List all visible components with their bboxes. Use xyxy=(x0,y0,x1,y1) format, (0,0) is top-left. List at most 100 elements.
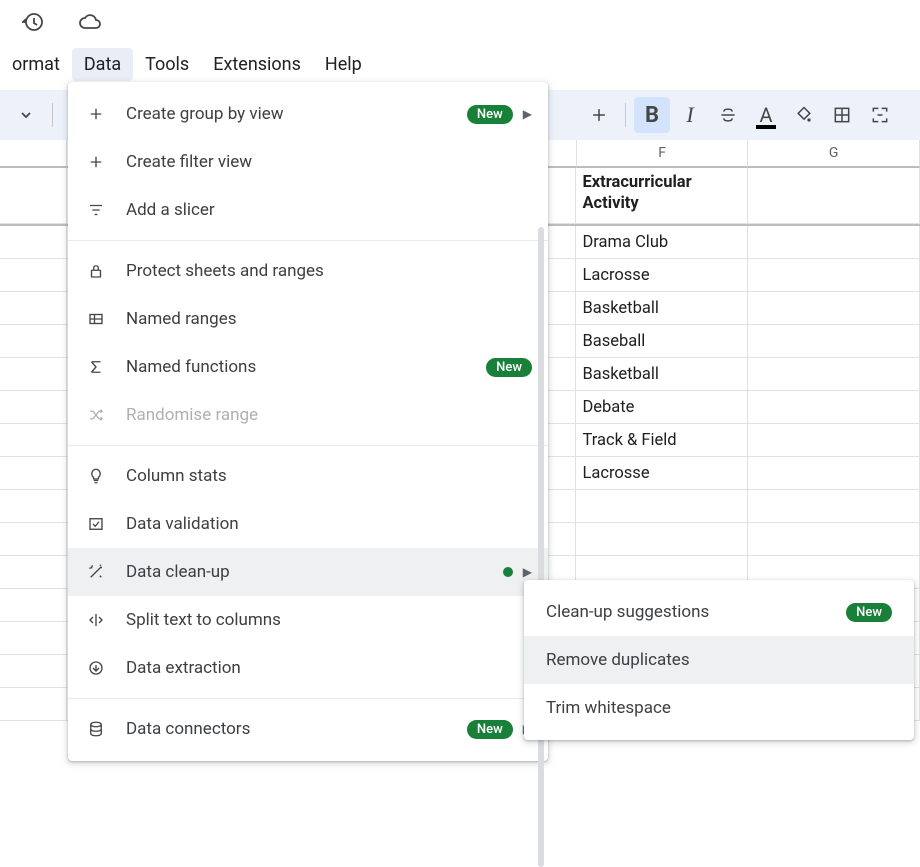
row-number[interactable] xyxy=(0,358,67,391)
row-header-corner[interactable] xyxy=(0,140,67,168)
lock-icon xyxy=(84,259,108,283)
cell[interactable] xyxy=(576,490,748,523)
cell-g-header[interactable] xyxy=(748,168,920,224)
menu-column-stats[interactable]: Column stats xyxy=(68,452,548,500)
menu-label: Protect sheets and ranges xyxy=(126,261,532,281)
cell[interactable] xyxy=(748,457,920,490)
sigma-icon xyxy=(84,355,108,379)
cell[interactable] xyxy=(748,226,920,259)
menu-label: Named ranges xyxy=(126,309,532,329)
cell[interactable] xyxy=(748,391,920,424)
magic-wand-icon xyxy=(84,560,108,584)
borders-button[interactable] xyxy=(824,97,860,133)
menu-label: Column stats xyxy=(126,466,532,486)
cell[interactable]: Drama Club xyxy=(576,226,748,259)
column-header-g[interactable]: G xyxy=(748,140,920,168)
cloud-saved-icon[interactable] xyxy=(78,10,102,38)
row-number[interactable] xyxy=(0,523,67,556)
row-number[interactable] xyxy=(0,589,67,622)
shuffle-icon xyxy=(84,403,108,427)
slicer-icon xyxy=(84,198,108,222)
cell[interactable]: Basketball xyxy=(576,292,748,325)
row-number[interactable] xyxy=(0,292,67,325)
cell[interactable] xyxy=(748,523,920,556)
cell[interactable]: Lacrosse xyxy=(576,259,748,292)
new-badge: New xyxy=(467,105,513,124)
cell[interactable] xyxy=(748,259,920,292)
cell[interactable]: Lacrosse xyxy=(576,457,748,490)
cell-f-header[interactable]: Extracurricular Activity xyxy=(576,168,748,224)
strikethrough-button[interactable] xyxy=(710,97,746,133)
menu-label: Trim whitespace xyxy=(546,698,892,718)
submenu-remove-duplicates[interactable]: Remove duplicates xyxy=(524,636,914,684)
version-history-icon[interactable] xyxy=(22,10,46,38)
new-badge: New xyxy=(467,720,513,739)
column-header-f[interactable]: F xyxy=(577,140,749,168)
plus-icon xyxy=(84,150,108,174)
row-number[interactable] xyxy=(0,490,67,523)
menu-data-connectors[interactable]: Data connectors New▶ xyxy=(68,705,548,753)
validation-icon xyxy=(84,512,108,536)
cell[interactable] xyxy=(748,424,920,457)
menu-extensions[interactable]: Extensions xyxy=(201,48,313,81)
menu-create-filter-view[interactable]: Create filter view xyxy=(68,138,548,186)
menu-label: Clean-up suggestions xyxy=(546,602,828,622)
scrollbar-thumb[interactable] xyxy=(538,227,544,867)
menu-tools[interactable]: Tools xyxy=(133,48,201,81)
menu-data-validation[interactable]: Data validation xyxy=(68,500,548,548)
row-number[interactable] xyxy=(0,259,67,292)
menu-label: Data connectors xyxy=(126,719,449,739)
menu-named-ranges[interactable]: Named ranges xyxy=(68,295,548,343)
plus-icon xyxy=(84,102,108,126)
named-ranges-icon xyxy=(84,307,108,331)
row-number[interactable] xyxy=(0,457,67,490)
cell[interactable] xyxy=(576,523,748,556)
row-number[interactable] xyxy=(0,655,67,688)
menu-data-extraction[interactable]: Data extraction xyxy=(68,644,548,692)
cell[interactable] xyxy=(748,292,920,325)
menu-add-slicer[interactable]: Add a slicer xyxy=(68,186,548,234)
menu-randomise-range: Randomise range xyxy=(68,391,548,439)
cell[interactable]: Debate xyxy=(576,391,748,424)
cell[interactable] xyxy=(748,490,920,523)
row-number[interactable] xyxy=(0,226,67,259)
menu-format[interactable]: ormat xyxy=(0,48,72,81)
row-number[interactable] xyxy=(0,556,67,589)
text-color-button[interactable]: A xyxy=(748,97,784,133)
row-number[interactable] xyxy=(0,325,67,358)
submenu-trim-whitespace[interactable]: Trim whitespace xyxy=(524,684,914,732)
menu-data-cleanup[interactable]: Data clean-up ▶ xyxy=(68,548,548,596)
menu-protect-sheets[interactable]: Protect sheets and ranges xyxy=(68,247,548,295)
submenu-cleanup-suggestions[interactable]: Clean-up suggestions New xyxy=(524,588,914,636)
zoom-dropdown[interactable] xyxy=(8,97,44,133)
menu-separator xyxy=(68,698,548,699)
chevron-right-icon: ▶ xyxy=(523,107,532,121)
menu-help[interactable]: Help xyxy=(313,48,374,81)
row-number[interactable] xyxy=(0,391,67,424)
menu-separator xyxy=(68,445,548,446)
menu-split-text[interactable]: Split text to columns xyxy=(68,596,548,644)
row-number[interactable] xyxy=(0,424,67,457)
row-number[interactable] xyxy=(0,688,67,721)
menu-label: Data validation xyxy=(126,514,532,534)
menu-create-group-by-view[interactable]: Create group by view New ▶ xyxy=(68,90,548,138)
italic-button[interactable]: I xyxy=(672,97,708,133)
menu-label: Split text to columns xyxy=(126,610,532,630)
row-number[interactable] xyxy=(0,168,67,224)
cell[interactable]: Baseball xyxy=(576,325,748,358)
bold-button[interactable]: B xyxy=(634,97,670,133)
cell[interactable]: Track & Field xyxy=(576,424,748,457)
database-icon xyxy=(84,717,108,741)
insert-link-button[interactable] xyxy=(581,97,617,133)
menu-named-functions[interactable]: Named functions New xyxy=(68,343,548,391)
row-number[interactable] xyxy=(0,622,67,655)
menu-label: Create group by view xyxy=(126,104,449,124)
cell[interactable]: Basketball xyxy=(576,358,748,391)
merge-cells-button[interactable] xyxy=(862,97,898,133)
menu-data[interactable]: Data xyxy=(72,48,133,81)
indicator-dot-icon xyxy=(503,567,513,577)
fill-color-button[interactable] xyxy=(786,97,822,133)
cell[interactable] xyxy=(748,325,920,358)
cell[interactable] xyxy=(748,358,920,391)
toolbar-separator xyxy=(625,103,626,127)
